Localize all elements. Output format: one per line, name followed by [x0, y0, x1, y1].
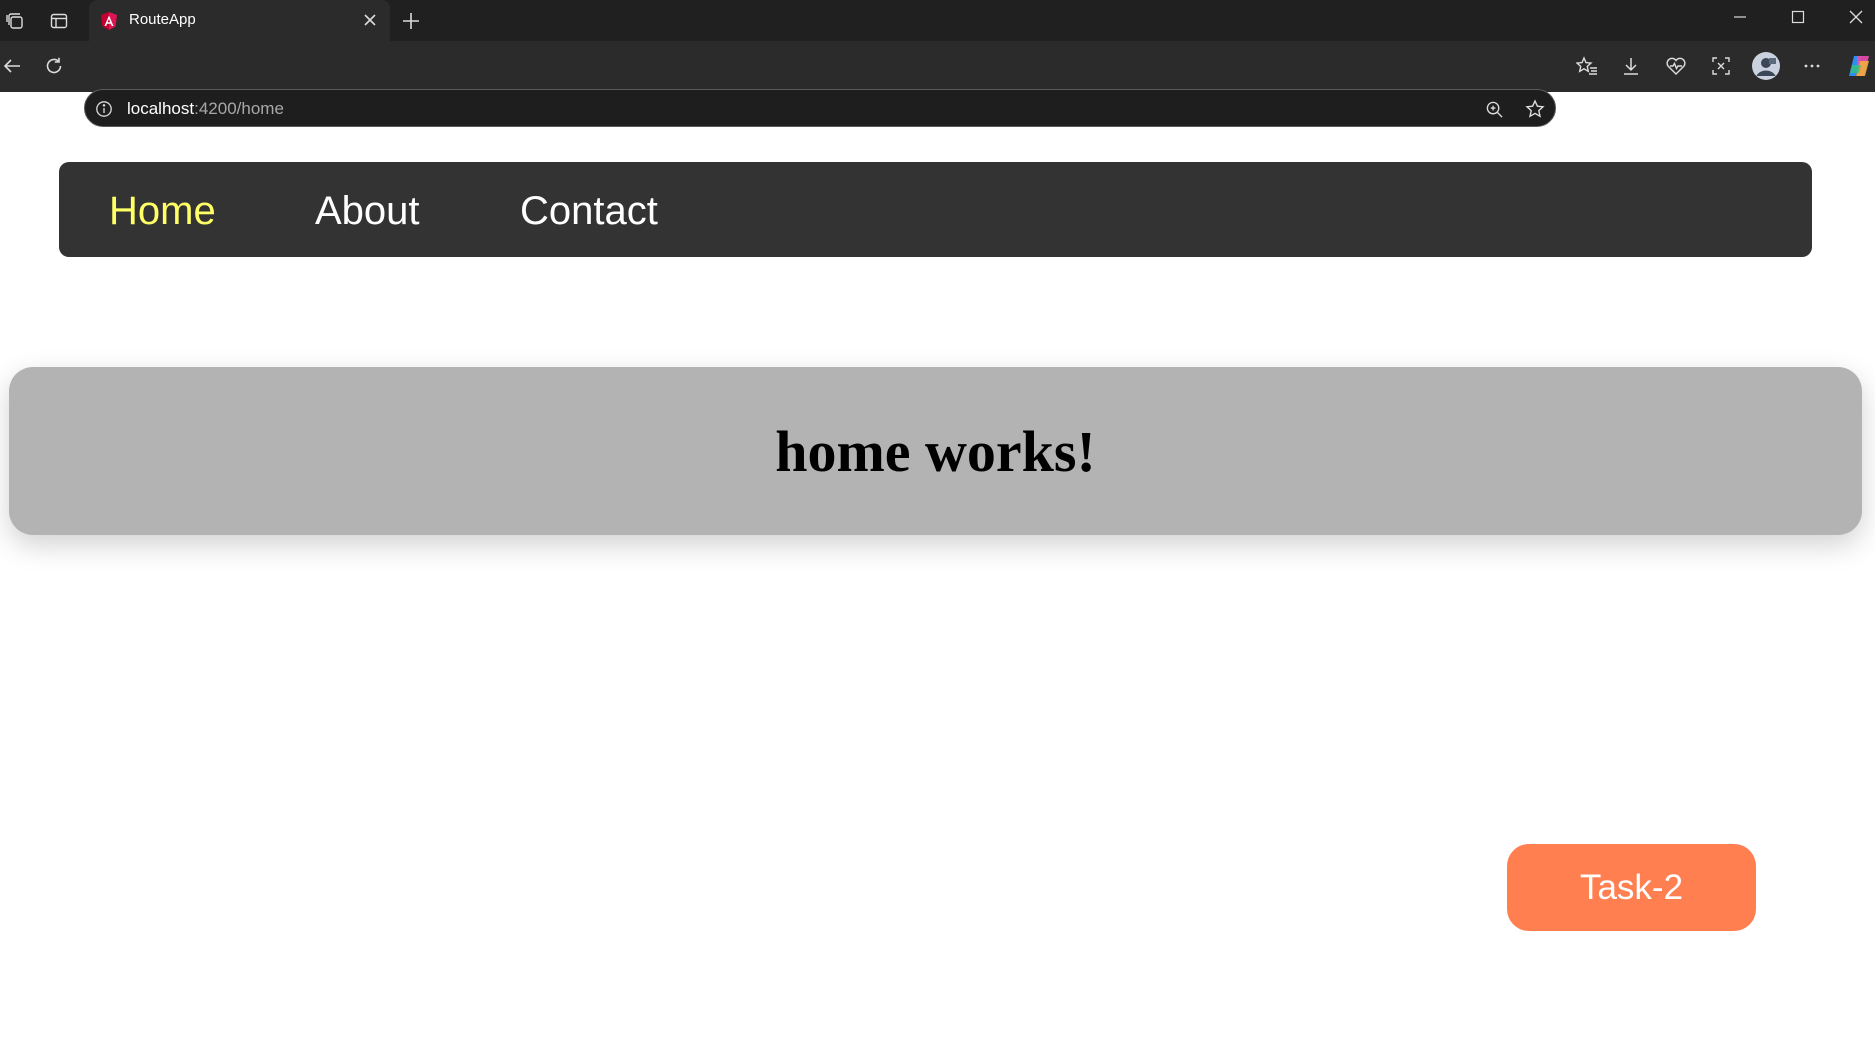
browser-tabstrip: RouteApp: [0, 0, 1875, 41]
address-bar[interactable]: localhost:4200/home: [84, 89, 1556, 127]
window-close-icon[interactable]: [1844, 5, 1868, 29]
copilot-icon[interactable]: [1845, 52, 1873, 80]
address-url: localhost:4200/home: [127, 99, 284, 119]
task-2-button[interactable]: Task-2: [1507, 844, 1756, 931]
tab-title: RouteApp: [129, 11, 196, 28]
browser-tab-active[interactable]: RouteApp: [89, 0, 390, 41]
screenshot-icon[interactable]: [1709, 54, 1733, 78]
close-icon[interactable]: [360, 10, 380, 30]
favorites-icon[interactable]: [1575, 54, 1599, 78]
main-navbar: Home About Contact: [59, 162, 1812, 257]
minimize-icon[interactable]: [1728, 5, 1752, 29]
nav-link-home[interactable]: Home: [109, 188, 216, 234]
browser-toolbar: localhost:4200/home: [0, 41, 1875, 127]
maximize-icon[interactable]: [1786, 5, 1810, 29]
nav-link-about[interactable]: About: [315, 188, 420, 234]
page-title: home works!: [775, 418, 1096, 484]
zoom-icon[interactable]: [1483, 98, 1505, 120]
angular-icon: [99, 11, 119, 31]
workspaces-icon[interactable]: [3, 9, 27, 33]
site-info-icon[interactable]: [95, 100, 113, 118]
vertical-tabs-icon[interactable]: [47, 9, 71, 33]
more-menu-icon[interactable]: [1800, 54, 1824, 78]
profile-avatar[interactable]: [1751, 51, 1781, 81]
new-tab-icon[interactable]: [399, 9, 423, 33]
address-host: localhost: [127, 99, 195, 118]
address-path: :4200/home: [194, 99, 284, 118]
favorite-star-icon[interactable]: [1524, 98, 1546, 120]
home-content-card: home works!: [9, 367, 1862, 535]
back-icon[interactable]: [0, 54, 24, 78]
refresh-icon[interactable]: [42, 54, 66, 78]
browser-essentials-icon[interactable]: [1664, 54, 1688, 78]
downloads-icon[interactable]: [1619, 54, 1643, 78]
nav-link-contact[interactable]: Contact: [520, 188, 658, 234]
